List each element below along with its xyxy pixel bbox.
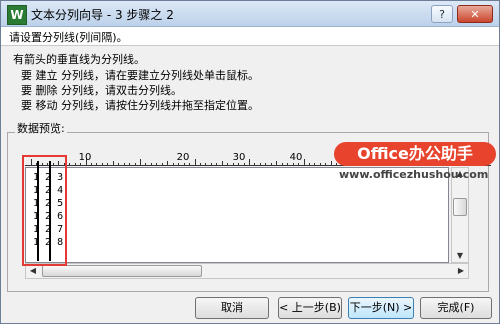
scroll-left-arrow-icon[interactable]: ◀ [26, 264, 40, 278]
ruler-tick [199, 163, 201, 166]
next-button[interactable]: 下一步(N) > [348, 297, 414, 319]
ruler-tick [161, 163, 163, 166]
ruler-tick [80, 163, 82, 166]
ruler-tick [101, 163, 103, 166]
ruler-tick [205, 163, 207, 166]
ruler-label-40: 40 [289, 152, 303, 163]
data-row: 1 2 5 [33, 198, 64, 209]
data-preview-label: 数据预览: [15, 120, 67, 136]
ruler-tick [194, 159, 196, 166]
ruler-tick [232, 163, 234, 166]
ruler-tick [123, 163, 125, 166]
ruler-tick [303, 159, 305, 166]
watermark-brand: Office办公助手 [334, 142, 496, 166]
horizontal-scroll-thumb[interactable] [42, 265, 202, 277]
data-row: 1 2 6 [33, 211, 64, 222]
ruler-tick [319, 163, 321, 166]
help-button[interactable]: ? [431, 5, 453, 23]
horizontal-scrollbar[interactable]: ◀ ▶ [25, 263, 469, 279]
ruler-tick [140, 159, 141, 166]
back-button[interactable]: < 上一步(B) [278, 297, 342, 319]
ruler-tick [74, 163, 76, 166]
ruler-tick [210, 163, 212, 166]
ruler-tick [276, 161, 278, 166]
step-subtitle: 请设置分列线(列间隔)。 [9, 31, 128, 44]
ruler-tick [189, 163, 191, 166]
ruler-tick [330, 161, 332, 166]
ruler-tick [249, 159, 250, 166]
ruler-label-30: 30 [232, 152, 246, 163]
excel-app-icon: W [7, 5, 27, 25]
ruler-tick [172, 163, 174, 166]
data-row: 1 2 7 [33, 224, 64, 235]
vertical-scroll-thumb[interactable] [453, 198, 467, 216]
ruler-tick [150, 163, 152, 166]
ruler-tick [298, 163, 300, 166]
ruler-tick [287, 163, 289, 166]
ruler-tick [167, 161, 169, 166]
vertical-scrollbar[interactable]: ▲ ▼ [451, 167, 469, 263]
ruler-tick [265, 163, 267, 166]
ruler-tick [216, 163, 218, 166]
scroll-down-arrow-icon[interactable]: ▼ [452, 250, 468, 262]
data-preview-list[interactable]: 1 2 3 1 2 4 1 2 5 1 2 6 1 2 7 1 2 8 [25, 167, 449, 263]
ruler-tick [314, 163, 316, 166]
text-to-columns-dialog: W 文本分列向导 - 3 步骤之 2 ? ✕ 请设置分列线(列间隔)。 有箭头的… [0, 0, 500, 324]
ruler-tick [281, 163, 283, 166]
ruler-tick [227, 163, 229, 166]
ruler-tick [221, 161, 223, 166]
ruler-tick [243, 163, 245, 166]
cancel-button[interactable]: 取消 [195, 297, 269, 319]
ruler-tick [325, 163, 327, 166]
ruler-tick [259, 163, 261, 166]
ruler-tick [270, 163, 272, 166]
header-area: 请设置分列线(列间隔)。 [1, 27, 499, 45]
ruler-tick [112, 161, 114, 166]
ruler-tick [90, 163, 92, 166]
highlight-box [22, 155, 67, 266]
title-bar: W 文本分列向导 - 3 步骤之 2 ? ✕ [1, 1, 499, 27]
instructions-heading: 有箭头的垂直线为分列线。 [13, 53, 145, 66]
data-row: 1 2 4 [33, 185, 64, 196]
data-row: 1 2 8 [33, 237, 64, 248]
header-divider [1, 45, 499, 46]
ruler-tick [129, 163, 131, 166]
ruler-tick [69, 163, 71, 166]
ruler-tick [107, 163, 109, 166]
ruler-tick [145, 163, 147, 166]
window-title: 文本分列向导 - 3 步骤之 2 [31, 8, 174, 22]
ruler-tick [254, 163, 256, 166]
ruler-tick [118, 163, 120, 166]
close-button[interactable]: ✕ [457, 5, 493, 23]
finish-button[interactable]: 完成(F) [420, 297, 492, 319]
ruler-tick [308, 163, 310, 166]
title-buttons: ? ✕ [431, 5, 493, 23]
instruction-delete: 要 删除 分列线，请双击分列线。 [21, 84, 182, 97]
instruction-create: 要 建立 分列线，请在要建立分列线处单击鼠标。 [21, 69, 259, 82]
ruler-tick [336, 163, 338, 166]
ruler-tick [292, 163, 294, 166]
ruler-tick [178, 163, 180, 166]
instruction-move: 要 移动 分列线，请按住分列线并拖至指定位置。 [21, 99, 259, 112]
ruler-tick [156, 163, 158, 166]
ruler-tick [238, 163, 240, 166]
ruler-tick [134, 163, 136, 166]
ruler-tick [85, 159, 87, 166]
watermark-url: www.officezhushou.com [339, 168, 489, 181]
ruler-tick [96, 163, 98, 166]
scroll-right-arrow-icon[interactable]: ▶ [454, 264, 468, 278]
ruler-tick [183, 163, 185, 166]
ruler-label-20: 20 [176, 152, 190, 163]
